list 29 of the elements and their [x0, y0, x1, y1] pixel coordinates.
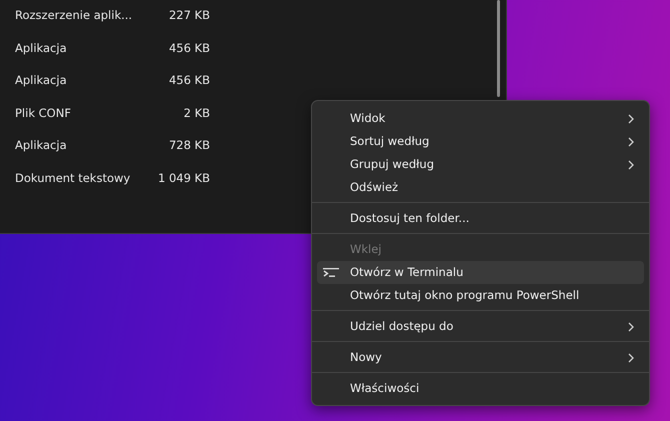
- menu-item[interactable]: Odśwież: [317, 176, 644, 199]
- menu-item[interactable]: Widok: [317, 107, 644, 130]
- chevron-right-icon: [628, 136, 634, 146]
- terminal-icon: [323, 268, 339, 278]
- file-size: 456 KB: [168, 40, 210, 57]
- chevron-right-icon: [628, 160, 634, 170]
- chevron-right-icon: [628, 114, 634, 124]
- file-size: 2 KB: [182, 104, 210, 122]
- menu-item[interactable]: Nowy: [317, 346, 644, 369]
- file-type: Aplikacja: [15, 72, 68, 90]
- menu-item[interactable]: Otwórz tutaj okno programu PowerShell: [317, 284, 644, 307]
- menu-item[interactable]: Dostosuj ten folder...: [317, 207, 644, 230]
- file-type: Aplikacja: [15, 137, 68, 154]
- file-size: 728 KB: [168, 137, 210, 154]
- menu-item[interactable]: Otwórz w Terminalu: [317, 261, 644, 284]
- chevron-right-icon: [628, 352, 634, 362]
- file-type: Aplikacja: [15, 40, 68, 57]
- menu-item[interactable]: Właściwości: [317, 377, 644, 400]
- scrollbar-thumb[interactable]: [497, 0, 500, 97]
- file-size: 227 KB: [168, 7, 210, 24]
- file-size: 456 KB: [168, 72, 210, 90]
- file-type: Plik CONF: [15, 104, 72, 122]
- menu-item[interactable]: Sortuj według: [317, 130, 644, 153]
- file-size: 1 049 KB: [156, 170, 210, 187]
- file-type: Dokument tekstowy: [15, 170, 132, 187]
- menu-item[interactable]: Grupuj według: [317, 153, 644, 176]
- menu-item[interactable]: Udziel dostępu do: [317, 315, 644, 338]
- chevron-right-icon: [628, 322, 634, 332]
- file-type: Rozszerzenie aplik...: [15, 7, 134, 24]
